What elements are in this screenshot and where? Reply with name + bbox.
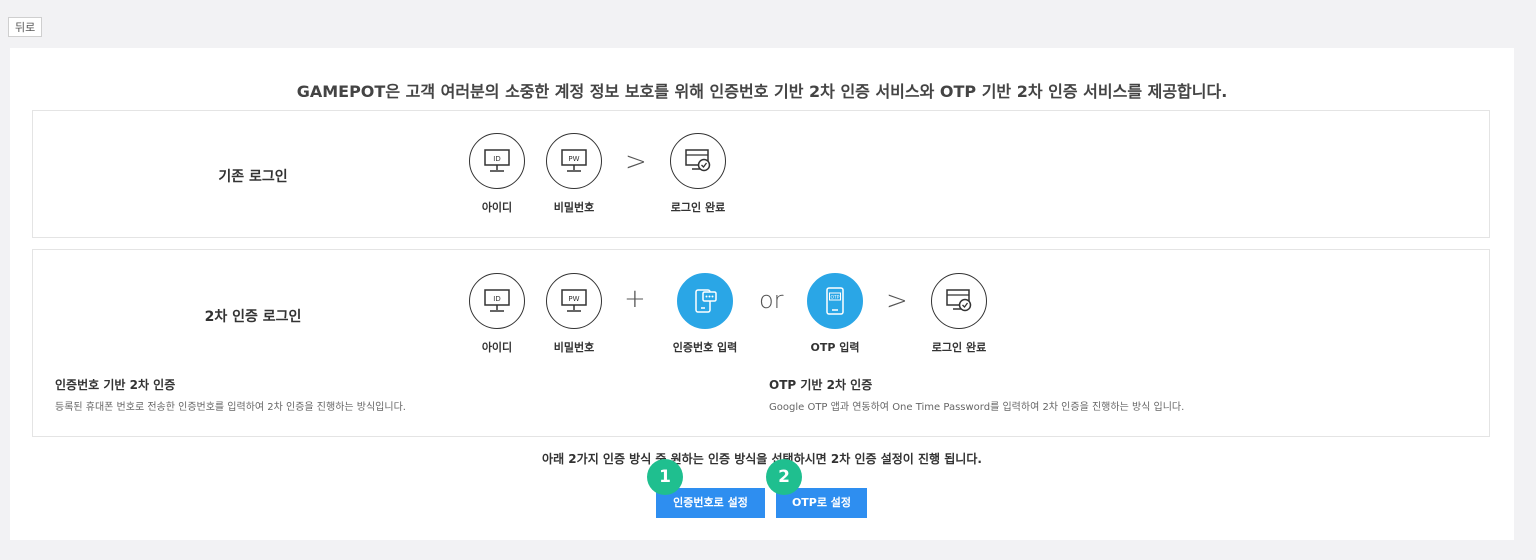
- monitor-pw-icon: PW: [546, 273, 602, 329]
- step-badge-2: 2: [766, 459, 802, 495]
- phone-code-icon: [677, 273, 733, 329]
- svg-text:PW: PW: [568, 155, 579, 163]
- step-otp: OTP OTP 입력: [785, 273, 885, 355]
- step-pw: PW 비밀번호: [524, 273, 624, 355]
- page-headline: GAMEPOT은 고객 여러분의 소중한 계정 정보 보호를 위해 인증번호 기…: [296, 82, 1228, 101]
- step-pw-label: 비밀번호: [553, 341, 595, 354]
- code-desc-title: 인증번호 기반 2차 인증: [55, 378, 176, 392]
- chevron-right-icon: >: [625, 147, 647, 177]
- step-pw: PW 비밀번호: [524, 133, 624, 215]
- selection-instruction: 아래 2가지 인증 방식 중 원하는 인증 방식을 선택하시면 2차 인증 설정…: [542, 452, 982, 466]
- otp-device-icon: OTP: [807, 273, 863, 329]
- step-otp-label: OTP 입력: [810, 341, 860, 354]
- step-code: 인증번호 입력: [655, 273, 755, 355]
- svg-text:ID: ID: [493, 295, 500, 303]
- chevron-right-icon: >: [886, 286, 908, 316]
- two-factor-login-title: 2차 인증 로그인: [204, 309, 302, 325]
- or-text: or: [759, 286, 784, 314]
- login-complete-icon: [670, 133, 726, 189]
- step-complete-label: 로그인 완료: [931, 341, 987, 354]
- svg-text:PW: PW: [568, 295, 579, 303]
- step-complete: 로그인 완료: [909, 273, 1009, 355]
- basic-login-title: 기존 로그인: [218, 169, 288, 185]
- back-button[interactable]: 뒤로: [8, 17, 43, 37]
- plus-icon: +: [624, 284, 646, 314]
- step-pw-label: 비밀번호: [553, 201, 595, 214]
- login-complete-icon: [931, 273, 987, 329]
- basic-login-box: 기존 로그인 ID 아이디 PW 비밀번호 > 로그인 완료: [32, 110, 1490, 238]
- main-panel: GAMEPOT은 고객 여러분의 소중한 계정 정보 보호를 위해 인증번호 기…: [10, 48, 1514, 540]
- otp-desc-text: Google OTP 앱과 연동하여 One Time Password를 입력…: [769, 402, 1185, 413]
- step-code-label: 인증번호 입력: [672, 341, 738, 354]
- code-desc-text: 등록된 휴대폰 번호로 전송한 인증번호를 입력하여 2차 인증을 진행하는 방…: [55, 402, 406, 413]
- two-factor-login-box: 2차 인증 로그인 ID 아이디 PW 비밀번호 + 인증번호 입력 or OT…: [32, 249, 1490, 437]
- otp-desc-title: OTP 기반 2차 인증: [769, 378, 873, 392]
- step-complete: 로그인 완료: [648, 133, 748, 215]
- monitor-pw-icon: PW: [546, 133, 602, 189]
- step-badge-1: 1: [647, 459, 683, 495]
- svg-text:ID: ID: [493, 155, 500, 163]
- step-complete-label: 로그인 완료: [670, 201, 726, 214]
- svg-text:OTP: OTP: [830, 295, 839, 301]
- monitor-id-icon: ID: [469, 133, 525, 189]
- monitor-id-icon: ID: [469, 273, 525, 329]
